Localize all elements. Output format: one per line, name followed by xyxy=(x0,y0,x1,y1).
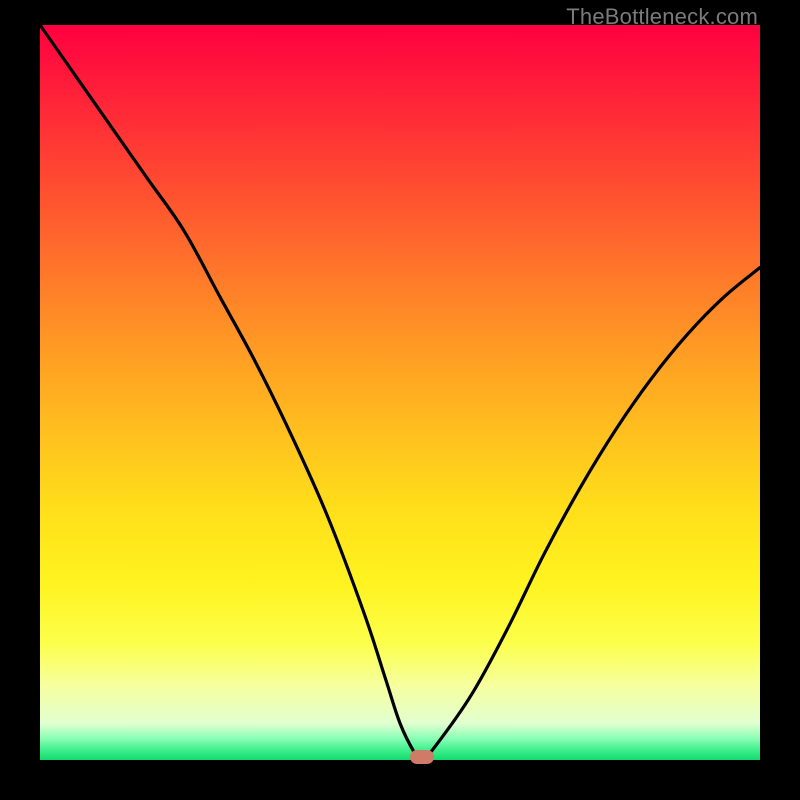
chart-frame: TheBottleneck.com xyxy=(0,0,800,800)
plot-area xyxy=(40,25,760,760)
bottleneck-curve xyxy=(40,25,760,760)
optimal-marker xyxy=(410,750,434,764)
watermark-text: TheBottleneck.com xyxy=(566,4,758,30)
